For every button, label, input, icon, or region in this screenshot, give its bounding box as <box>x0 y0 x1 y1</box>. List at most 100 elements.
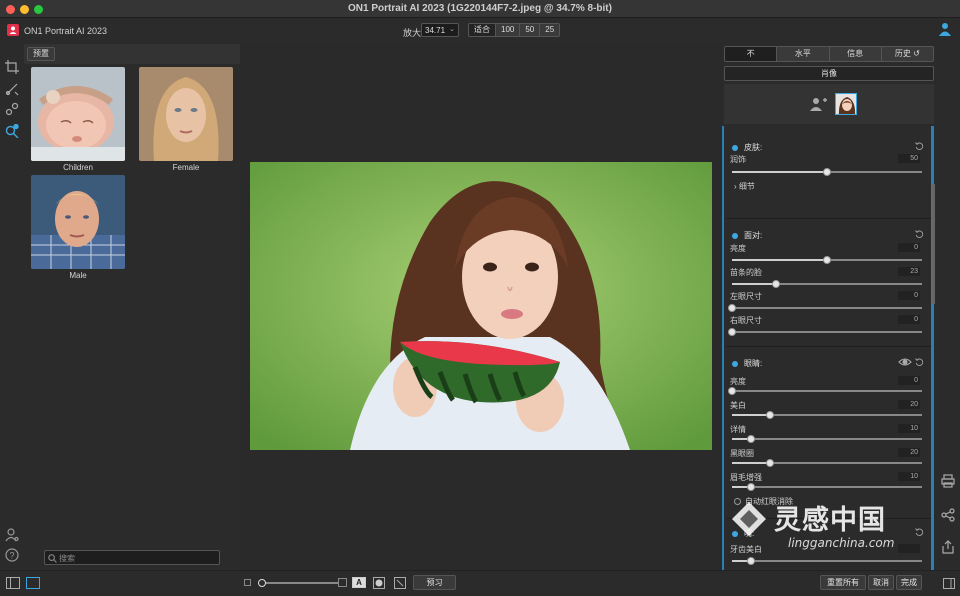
presets-tab[interactable]: 预置 <box>27 47 55 61</box>
slider-knob[interactable] <box>747 483 755 491</box>
slider-label: 苗条的脸 <box>730 268 762 277</box>
slider-track[interactable] <box>728 304 922 312</box>
slider-value-field[interactable]: 10 <box>898 472 920 481</box>
slider-knob[interactable] <box>766 411 774 419</box>
image-canvas[interactable] <box>240 44 722 570</box>
slider-knob[interactable] <box>728 387 736 395</box>
single-view-icon[interactable] <box>26 577 40 591</box>
auto-redeye-checkbox[interactable]: 自动红眼消除 <box>734 496 793 507</box>
tool-strip: ? <box>0 44 24 596</box>
main-photo[interactable] <box>250 162 712 450</box>
slider-track[interactable] <box>732 411 922 419</box>
slider-value-field[interactable]: 0 <box>898 315 920 324</box>
slider-label: 牙齿美白 <box>730 545 762 554</box>
slider-knob[interactable] <box>747 557 755 565</box>
tab-history[interactable]: 历史 ↺ <box>881 47 933 61</box>
print-icon[interactable] <box>941 474 955 490</box>
slider-value-field[interactable]: 0 <box>898 376 920 385</box>
preset-thumb-children[interactable] <box>31 67 125 161</box>
portrait-module-icon[interactable] <box>938 22 952 36</box>
thumbnail-size-slider[interactable] <box>258 579 338 587</box>
crop-icon[interactable] <box>5 60 19 74</box>
slider-track[interactable] <box>732 256 922 264</box>
user-settings-icon[interactable] <box>5 528 19 542</box>
compare-icon[interactable] <box>394 577 406 591</box>
section-header[interactable]: 皮肤: <box>732 142 762 153</box>
adjustments-scrollbar-thumb[interactable] <box>932 184 935 304</box>
slider-value-field[interactable]: 23 <box>898 267 920 276</box>
slider-value-field[interactable] <box>898 544 920 553</box>
section-divider <box>726 346 932 347</box>
section-title: 眼睛: <box>744 359 763 368</box>
done-button[interactable]: 完成 <box>896 575 922 590</box>
zoom-50-button[interactable]: 50 <box>520 24 541 36</box>
section-enable-toggle[interactable] <box>732 144 738 151</box>
brush-icon[interactable] <box>5 82 19 96</box>
help-icon[interactable]: ? <box>5 548 19 562</box>
slider-track[interactable] <box>728 387 922 395</box>
slider-knob[interactable] <box>728 304 736 312</box>
panel-toggle-left-icon[interactable] <box>6 577 20 591</box>
section-title: 皮肤: <box>744 143 763 152</box>
slider-value-field[interactable]: 50 <box>898 154 920 163</box>
panel-toggle-right-icon[interactable] <box>943 578 955 591</box>
slider-knob[interactable] <box>823 168 831 176</box>
eye-visibility-icon[interactable] <box>898 357 912 369</box>
slider-value-field[interactable]: 0 <box>898 291 920 300</box>
face-search-icon[interactable] <box>5 123 19 139</box>
slider-track[interactable] <box>732 459 922 467</box>
portrait-button[interactable]: 肖像 <box>724 66 934 81</box>
zoom-fit-button[interactable]: 适合 <box>469 24 496 36</box>
section-enable-toggle[interactable] <box>732 232 738 239</box>
cancel-button[interactable]: 取消 <box>868 575 894 590</box>
reset-icon[interactable] <box>915 358 924 367</box>
export-icon[interactable] <box>941 540 955 556</box>
thumbnail-size-knob[interactable] <box>258 579 266 587</box>
share-icon[interactable] <box>941 508 955 524</box>
auto-button[interactable]: A <box>352 577 366 588</box>
slider-value-field[interactable]: 20 <box>898 400 920 409</box>
slider-knob[interactable] <box>728 328 736 336</box>
zoom-100-button[interactable]: 100 <box>496 24 521 36</box>
add-face-icon[interactable] <box>810 97 828 111</box>
preset-search-input[interactable]: 搜索 <box>44 550 220 565</box>
retouch-icon[interactable] <box>5 102 19 116</box>
section-enable-toggle[interactable] <box>732 530 738 537</box>
slider-fill <box>732 283 776 285</box>
slider-value-field[interactable]: 0 <box>898 243 920 252</box>
tab-info[interactable]: 信息 <box>829 47 882 61</box>
slider-track[interactable] <box>732 280 922 288</box>
mask-overlay-icon[interactable] <box>373 577 385 591</box>
zoom-small-icon[interactable] <box>244 579 251 586</box>
section-header[interactable]: 嘴: <box>732 528 754 539</box>
slider-track[interactable] <box>732 435 922 443</box>
reset-all-button[interactable]: 重置所有 <box>820 575 866 590</box>
zoom-select[interactable]: 34.71 ⌄ <box>421 23 459 37</box>
tab-none[interactable]: 不 <box>725 47 778 61</box>
slider-knob[interactable] <box>771 280 780 288</box>
section-header[interactable]: 眼睛: <box>732 358 762 369</box>
detected-face-thumb[interactable] <box>835 93 857 115</box>
section-title: 嘴: <box>744 529 755 538</box>
slider-knob[interactable] <box>766 459 774 467</box>
zoom-large-icon[interactable] <box>338 578 347 587</box>
slider-knob[interactable] <box>823 256 831 264</box>
reset-icon[interactable] <box>915 230 924 239</box>
slider-track[interactable] <box>732 483 922 491</box>
slider-knob[interactable] <box>747 435 755 443</box>
slider-track[interactable] <box>732 557 922 565</box>
slider-value-field[interactable]: 20 <box>898 448 920 457</box>
slider-track[interactable] <box>732 168 922 176</box>
preset-thumb-male[interactable] <box>31 175 125 269</box>
reset-icon[interactable] <box>915 142 924 151</box>
slider-track[interactable] <box>728 328 922 336</box>
section-enable-toggle[interactable] <box>732 360 738 367</box>
detail-expander[interactable]: › 细节 <box>734 181 755 192</box>
tab-horizontal[interactable]: 水平 <box>777 47 830 61</box>
preview-button[interactable]: 预习 <box>413 575 456 590</box>
reset-icon[interactable] <box>915 528 924 537</box>
zoom-25-button[interactable]: 25 <box>540 24 560 36</box>
slider-value-field[interactable]: 10 <box>898 424 920 433</box>
preset-thumb-female[interactable] <box>139 67 233 161</box>
section-header[interactable]: 面对: <box>732 230 762 241</box>
